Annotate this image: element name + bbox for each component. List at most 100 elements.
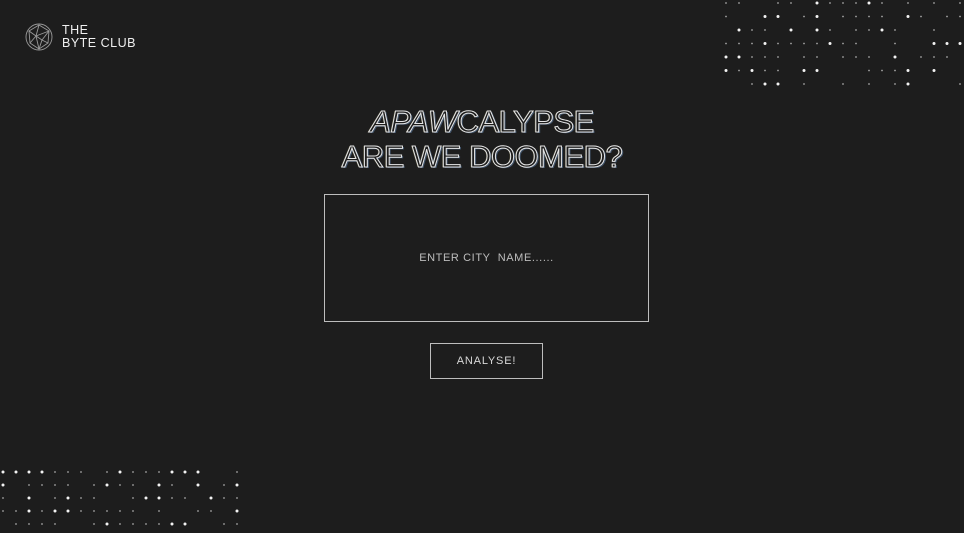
dot: [842, 56, 844, 58]
dot: [41, 523, 43, 525]
dot: [80, 471, 82, 473]
dot: [236, 497, 238, 499]
dot: [881, 2, 883, 4]
dot: [106, 510, 108, 512]
dot: [223, 484, 225, 486]
dot: [196, 483, 200, 487]
dot: [725, 42, 727, 45]
dot: [170, 470, 174, 474]
dot: [855, 15, 857, 18]
dot: [751, 29, 753, 31]
dot: [132, 484, 134, 486]
dot: [920, 15, 922, 18]
dot: [932, 42, 936, 45]
dot: [40, 470, 44, 474]
dot: [27, 509, 31, 513]
dot: [67, 484, 69, 486]
dot: [119, 510, 121, 512]
dot: [855, 29, 857, 31]
dot: [920, 56, 922, 58]
dot: [790, 2, 792, 4]
dot: [132, 523, 134, 525]
dot: [750, 69, 754, 72]
city-name-input[interactable]: [324, 194, 649, 322]
dot: [751, 56, 753, 58]
dot: [80, 510, 82, 512]
dot: [907, 2, 909, 4]
dot: [28, 484, 30, 486]
dot-grid-pattern-top-right: [724, 1, 962, 86]
dot: [725, 2, 727, 4]
dot: [803, 56, 805, 58]
dot: [867, 1, 871, 5]
dot: [725, 15, 727, 18]
page-title: APAWCALYPSE ARE WE DOOMED?: [0, 104, 964, 175]
dot: [724, 69, 728, 72]
dot: [763, 42, 767, 45]
dot: [41, 484, 43, 486]
brand-logo[interactable]: THE BYTE CLUB: [24, 22, 136, 52]
dot: [738, 2, 740, 4]
dot: [132, 497, 134, 499]
dot: [881, 69, 883, 72]
dot: [27, 496, 31, 500]
dot: [764, 69, 766, 72]
dot: [118, 470, 122, 474]
dot: [158, 523, 160, 525]
dot: [894, 29, 896, 31]
title-part-2: CALYPSE: [456, 104, 595, 140]
dot: [235, 509, 239, 513]
dot: [893, 55, 897, 59]
dot: [66, 509, 70, 513]
dot: [1, 483, 5, 487]
dot: [751, 83, 753, 85]
dot: [93, 510, 95, 512]
title-line-1: APAWCALYPSE: [0, 104, 964, 140]
dot: [933, 56, 935, 58]
dot: [803, 42, 805, 45]
dot: [171, 484, 173, 486]
dot: [41, 510, 43, 512]
dot: [894, 83, 896, 85]
dot: [751, 42, 753, 45]
dot: [145, 471, 147, 473]
dot: [906, 69, 910, 72]
dot: [119, 484, 121, 486]
dot: [93, 497, 95, 499]
dot: [946, 15, 948, 18]
dot: [842, 83, 844, 85]
dot: [777, 2, 779, 4]
dot: [959, 15, 961, 18]
dot: [815, 69, 819, 72]
dot: [210, 510, 212, 512]
dot: [802, 69, 806, 72]
dot: [2, 510, 4, 512]
dot: [816, 42, 818, 45]
dot: [906, 82, 910, 86]
dot: [223, 497, 225, 499]
dot: [119, 523, 121, 525]
dot: [777, 42, 779, 45]
dot: [829, 29, 831, 31]
dot: [764, 56, 766, 58]
dot: [958, 42, 962, 45]
dot: [80, 497, 82, 499]
dot: [93, 523, 95, 525]
dot: [54, 484, 56, 486]
dot: [868, 56, 870, 58]
analyse-button[interactable]: ANALYSE!: [430, 343, 543, 379]
dot: [235, 483, 239, 487]
dot: [815, 1, 819, 5]
dot: [223, 523, 225, 525]
dot-grid-pattern-bottom-left: [1, 470, 239, 526]
dot: [881, 15, 883, 18]
dot: [842, 15, 844, 18]
dot: [855, 2, 857, 4]
dot: [764, 29, 766, 31]
dot: [737, 55, 741, 59]
dot: [738, 69, 740, 72]
dot: [932, 69, 936, 72]
globe-mesh-icon: [25, 23, 53, 51]
dot: [93, 484, 95, 486]
dot: [53, 509, 57, 513]
